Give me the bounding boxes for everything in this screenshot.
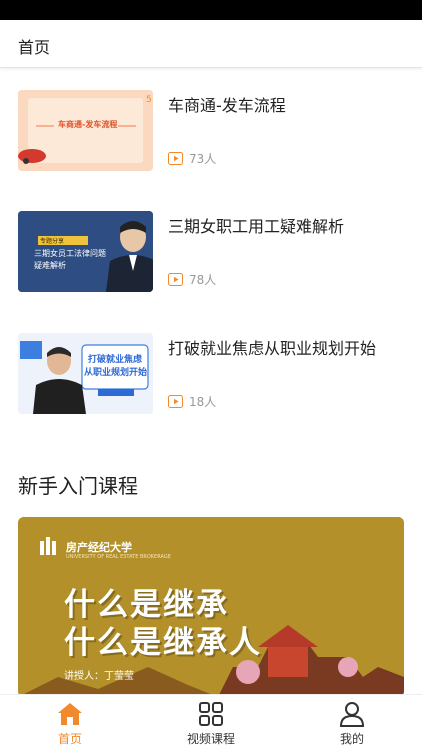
tab-label: 我的 — [339, 732, 364, 746]
course-title: 三期女职工用工疑难解析 — [168, 217, 345, 236]
banner-lecturer: 讲授人：丁莹莹 — [64, 671, 134, 682]
enroll-count: 18人 — [189, 395, 217, 409]
play-icon — [168, 273, 183, 286]
page-title: 首页 — [18, 38, 51, 57]
user-icon — [339, 702, 365, 727]
grid-icon — [199, 702, 223, 726]
course-meta: 18人 — [168, 393, 216, 410]
svg-text:5: 5 — [146, 95, 152, 105]
course-thumbnail: 打破就业焦虑 从职业规划开始 — [18, 333, 153, 414]
play-icon — [168, 152, 183, 165]
course-item[interactable]: 5 车商通-发车流程 车商通-发车流程 73人 — [0, 90, 422, 172]
thumbnail-text: 打破就业焦虑 — [88, 355, 143, 365]
bottom-tab-bar: 首页 视频课程 我的 — [0, 694, 422, 750]
course-item[interactable]: 专题分享 三期女员工法律问题 疑难解析 三期女职工用工疑难解析 78人 — [0, 211, 422, 293]
course-meta: 73人 — [168, 150, 216, 167]
thumbnail-text: 三期女员工法律问题 — [34, 249, 106, 258]
course-banner[interactable]: 房产经纪大学 UNIVERSITY OF REAL ESTATE BROKERA… — [18, 517, 404, 694]
tab-label: 视频课程 — [186, 732, 235, 746]
top-bar: 首页 — [0, 20, 422, 68]
banner-subtitle: 什么是继承人 — [64, 625, 262, 661]
thumbnail-tag: 专题分享 — [40, 238, 65, 245]
home-icon — [58, 703, 82, 725]
course-title: 打破就业焦虑从职业规划开始 — [168, 339, 377, 358]
tab-label: 首页 — [57, 732, 82, 746]
enroll-count: 73人 — [189, 152, 217, 166]
play-icon — [168, 395, 183, 408]
enroll-count: 78人 — [189, 273, 217, 287]
content-scroll[interactable]: 5 车商通-发车流程 车商通-发车流程 73人 专题分享 三期女员工法律问题 疑… — [0, 68, 422, 694]
status-bar — [0, 0, 422, 20]
course-thumbnail: 专题分享 三期女员工法律问题 疑难解析 — [18, 211, 153, 292]
tab-video-courses[interactable]: 视频课程 — [141, 695, 281, 750]
tab-mine[interactable]: 我的 — [282, 695, 422, 750]
banner-logo: 房产经纪大学 — [66, 541, 132, 554]
section-title: 新手入门课程 — [18, 474, 138, 498]
thumbnail-text: 车商通-发车流程 — [58, 120, 118, 129]
thumbnail-text: 疑难解析 — [34, 261, 66, 270]
thumbnail-text: 从职业规划开始 — [84, 368, 148, 378]
tab-home[interactable]: 首页 — [0, 695, 140, 750]
course-thumbnail: 5 车商通-发车流程 — [18, 90, 153, 171]
course-meta: 78人 — [168, 271, 216, 288]
banner-logo-subtitle: UNIVERSITY OF REAL ESTATE BROKERAGE — [66, 554, 171, 560]
course-item[interactable]: 打破就业焦虑 从职业规划开始 打破就业焦虑从职业规划开始 18人 — [0, 333, 422, 415]
course-title: 车商通-发车流程 — [168, 96, 286, 115]
